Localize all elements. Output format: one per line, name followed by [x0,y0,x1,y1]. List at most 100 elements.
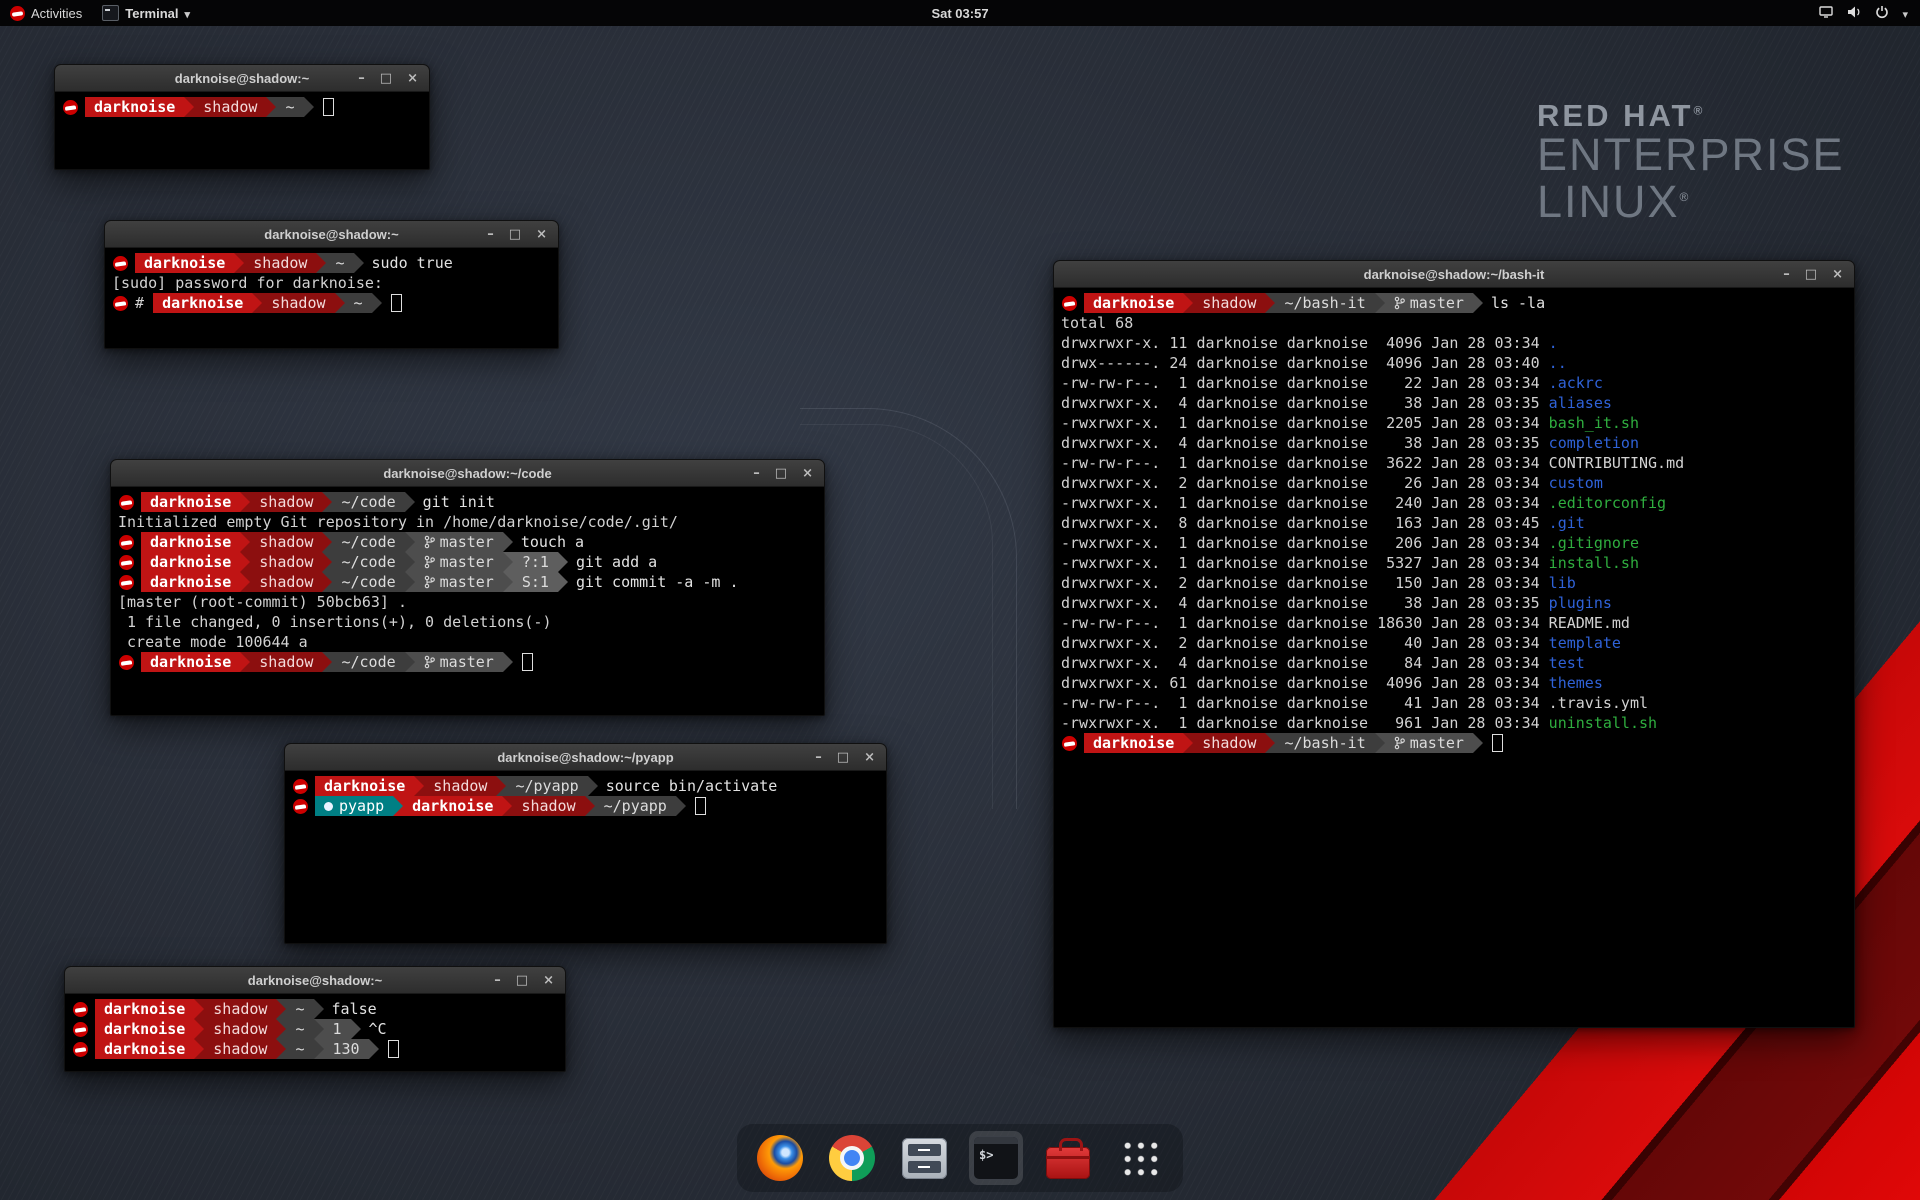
powerline-arrow-icon [405,652,415,672]
terminal-text: themes [1549,673,1603,693]
terminal-text: .. [1549,353,1567,373]
terminal-text: create mode 100644 a [118,632,308,652]
prompt-segment: shadow [204,999,276,1019]
prompt-segment: ~/code [332,572,404,592]
redhat-logo-icon [1062,736,1077,751]
close-button[interactable]: × [536,228,547,241]
close-button[interactable]: × [407,72,418,85]
terminal-line: drwxrwxr-x. 2 darknoise darknoise 150 Ja… [1061,573,1847,593]
terminal-text: -rw-rw-r--. 1 darknoise darknoise 41 Jan… [1061,693,1549,713]
maximize-button[interactable]: □ [1805,268,1817,281]
minimize-button[interactable]: – [487,228,494,241]
registered-mark: ® [1680,190,1691,204]
terminal-line: -rwxrwxr-x. 1 darknoise darknoise 2205 J… [1061,413,1847,433]
powerline-arrow-icon [304,97,314,117]
dock-item-chrome[interactable] [825,1131,879,1185]
redhat-logo-icon [119,655,134,670]
terminal-text: README.md [1549,613,1630,633]
terminal-line: darknoiseshadow~/codemaster [118,652,817,672]
prompt-segment: shadow [250,572,322,592]
files-icon [902,1138,947,1179]
powerline-arrow-icon [194,999,204,1019]
powerline-arrow-icon [558,572,568,592]
maximize-button[interactable]: □ [837,751,849,764]
minimize-button[interactable]: – [1783,268,1790,281]
terminal-body[interactable]: darknoiseshadow~/codegit initInitialized… [111,487,824,677]
terminal-window: darknoise@shadow:~ – □ × darknoiseshadow… [64,966,566,1072]
app-menu-terminal[interactable]: Terminal [92,0,200,26]
maximize-button[interactable]: □ [380,72,392,85]
minimize-button[interactable]: – [815,751,822,764]
terminal-text: install.sh [1549,553,1639,573]
close-button[interactable]: × [1832,268,1843,281]
window-titlebar[interactable]: darknoise@shadow:~/pyapp – □ × [285,744,886,771]
clock[interactable]: Sat 03:57 [931,6,988,21]
window-title: darknoise@shadow:~/code [383,466,551,481]
terminal-text: .travis.yml [1549,693,1648,713]
prompt-segment: darknoise [1084,293,1183,313]
command-text: git init [423,492,495,512]
terminal-icon-glyph: $> [979,1148,993,1162]
powerline-arrow-icon [322,552,332,572]
git-branch-segment: master [1385,293,1473,313]
window-titlebar[interactable]: darknoise@shadow:~ – □ × [105,221,558,248]
window-titlebar[interactable]: darknoise@shadow:~/bash-it – □ × [1054,261,1854,288]
activities-button[interactable]: Activities [0,0,92,26]
dock-item-files[interactable] [897,1131,951,1185]
dock-item-firefox[interactable] [753,1131,807,1185]
minimize-button[interactable]: – [494,974,501,987]
terminal-line: drwxrwxr-x. 4 darknoise darknoise 38 Jan… [1061,433,1847,453]
prompt-segment: darknoise [141,492,240,512]
powerline-arrow-icon [1265,293,1275,313]
prompt-segment: ~ [286,999,313,1019]
close-button[interactable]: × [864,751,875,764]
system-status-menu[interactable] [1818,0,1920,26]
prompt-segment: ~/bash-it [1275,733,1374,753]
maximize-button[interactable]: □ [516,974,528,987]
dock-item-software[interactable] [1041,1131,1095,1185]
terminal-icon: $> [973,1136,1019,1180]
terminal-body[interactable]: darknoiseshadow~/bash-itmasterls -latota… [1054,288,1854,758]
terminal-line: -rwxrwxr-x. 1 darknoise darknoise 206 Ja… [1061,533,1847,553]
git-branch-icon [1394,736,1405,750]
dock-item-show-applications[interactable] [1113,1131,1167,1185]
terminal-body[interactable]: darknoiseshadow~sudo true[sudo] password… [105,248,558,318]
terminal-body[interactable]: darknoiseshadow~falsedarknoiseshadow~1^C… [65,994,565,1064]
window-titlebar[interactable]: darknoise@shadow:~ – □ × [65,967,565,994]
terminal-cursor [1492,734,1503,752]
terminal-text: drwxrwxr-x. 4 darknoise darknoise 38 Jan… [1061,393,1549,413]
redhat-logo-icon [119,555,134,570]
powerline-arrow-icon [503,572,513,592]
window-titlebar[interactable]: darknoise@shadow:~/code – □ × [111,460,824,487]
prompt-segment: darknoise [85,97,184,117]
terminal-body[interactable]: darknoiseshadow~ [55,92,429,122]
terminal-line: darknoiseshadow~/codemastertouch a [118,532,817,552]
command-text: sudo true [372,253,453,273]
prompt-segment: ~/bash-it [1275,293,1374,313]
terminal-line: 1 file changed, 0 insertions(+), 0 delet… [118,612,817,632]
terminal-body[interactable]: darknoiseshadow~/pyappsource bin/activat… [285,771,886,821]
powerline-arrow-icon [1375,733,1385,753]
redhat-logo-icon [63,100,78,115]
close-button[interactable]: × [543,974,554,987]
prompt-segment: shadow [204,1039,276,1059]
minimize-button[interactable]: – [358,72,365,85]
maximize-button[interactable]: □ [509,228,521,241]
maximize-button[interactable]: □ [775,467,787,480]
terminal-line: # darknoiseshadow~ [112,293,551,313]
dock-item-terminal[interactable]: $> [969,1131,1023,1185]
powerline-arrow-icon [558,552,568,572]
minimize-button[interactable]: – [753,467,760,480]
powerline-arrow-icon [240,652,250,672]
redhat-logo-icon [73,1042,88,1057]
close-button[interactable]: × [802,467,813,480]
powerline-arrow-icon [322,532,332,552]
terminal-line: darknoiseshadow~/codemasterS:1git commit… [118,572,817,592]
terminal-text: -rw-rw-r--. 1 darknoise darknoise 18630 … [1061,613,1549,633]
terminal-line: darknoiseshadow~false [72,999,558,1019]
terminal-text: -rwxrwxr-x. 1 darknoise darknoise 2205 J… [1061,413,1549,433]
powerline-arrow-icon [405,572,415,592]
monitor-icon [1818,4,1834,23]
window-titlebar[interactable]: darknoise@shadow:~ – □ × [55,65,429,92]
terminal-line: create mode 100644 a [118,632,817,652]
